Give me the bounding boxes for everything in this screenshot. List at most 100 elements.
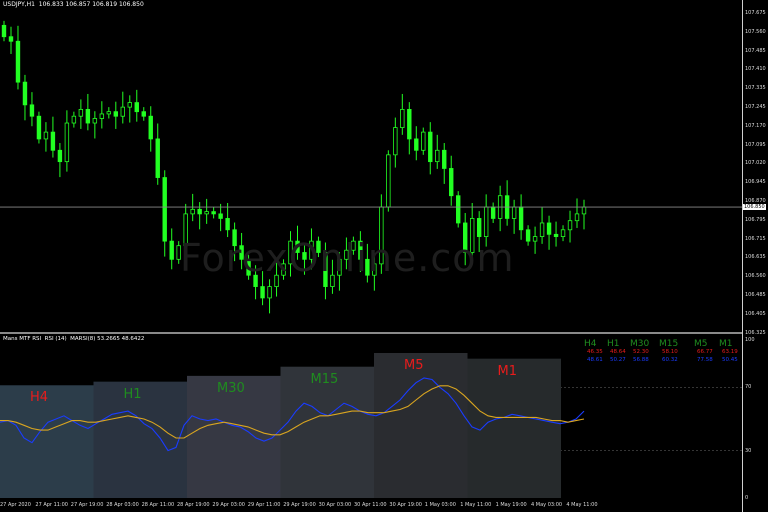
indicator-axis-label: 30: [745, 447, 752, 454]
zone-label-h4: H4: [30, 390, 49, 406]
price-label: 107.410: [745, 66, 766, 73]
price-label: 107.560: [745, 28, 766, 35]
price-label: 106.870: [745, 198, 766, 204]
candle-body: [407, 109, 412, 140]
candle-body: [141, 111, 146, 117]
candle-body: [57, 149, 63, 163]
candle-body: [225, 218, 230, 231]
price-axis-line: [742, 0, 743, 512]
tf-header: M1: [719, 339, 733, 349]
candle-body: [211, 211, 216, 215]
candle-body: [435, 149, 440, 163]
price-label: 106.560: [745, 273, 766, 280]
candle-body: [29, 104, 35, 117]
candle-body: [483, 206, 489, 237]
price-label: 106.405: [745, 310, 766, 317]
price-label: 107.170: [745, 122, 766, 129]
tf-marsi-value: 50.45: [722, 357, 738, 363]
candle-body: [442, 149, 447, 169]
tf-rsi-value: 58.10: [662, 349, 678, 355]
price-label: 107.485: [745, 47, 766, 54]
candle-body: [78, 109, 84, 117]
time-label: 4 May 11:00: [566, 502, 598, 508]
candle-body: [581, 206, 587, 215]
candle-body: [393, 127, 398, 156]
time-label: 4 May 03:00: [531, 502, 563, 508]
candle-body: [546, 222, 552, 235]
time-label: 27 Apr 11:00: [35, 502, 68, 508]
price-label: 107.020: [745, 160, 766, 167]
time-label: 1 May 03:00: [424, 502, 456, 508]
price-label: 107.245: [745, 104, 766, 110]
tf-marsi-value: 50.27: [610, 357, 626, 363]
candle-body: [162, 177, 167, 242]
time-label: 1 May 19:00: [495, 502, 527, 508]
candle-body: [85, 109, 91, 124]
candle-body: [99, 113, 105, 119]
candle-body: [8, 36, 14, 42]
price-label: 106.945: [745, 179, 766, 186]
candle-body: [267, 286, 272, 299]
candle-body: [428, 131, 433, 163]
time-label: 28 Apr 03:00: [106, 502, 139, 508]
candle-body: [113, 111, 119, 117]
indicator-axis-label: 70: [745, 384, 752, 391]
candle-body: [155, 138, 160, 178]
window-separator[interactable]: [0, 332, 742, 334]
price-label: 107.335: [745, 85, 766, 92]
tf-header: M5: [694, 339, 708, 349]
tf-marsi-value: 77.58: [697, 357, 713, 363]
candle-body: [449, 168, 454, 197]
candle-body: [553, 233, 559, 237]
indicator-axis-label: 100: [745, 337, 755, 343]
candle-body: [490, 206, 496, 219]
candle-body: [574, 213, 580, 222]
timeframe-zones: [0, 353, 561, 498]
tf-rsi-value: 46.35: [587, 349, 603, 355]
candle-body: [511, 206, 517, 219]
symbol-info: USDJPY,H1 106.833 106.857 106.819 106.85…: [3, 1, 144, 8]
tf-marsi-value: 60.32: [662, 357, 678, 363]
zone-m5: [374, 353, 468, 498]
time-label: 29 Apr 03:00: [212, 502, 245, 508]
candle-body: [539, 222, 545, 238]
candle-body: [36, 115, 42, 140]
zone-label-m30: M30: [217, 380, 245, 396]
candle-body: [476, 218, 482, 238]
time-label: 28 Apr 19:00: [177, 502, 210, 508]
tf-header: M15: [659, 339, 679, 349]
time-label: 27 Apr 2020: [0, 502, 31, 508]
candle-body: [260, 286, 265, 299]
candle-body: [71, 115, 77, 124]
time-label: 28 Apr 11:00: [141, 502, 175, 508]
price-label: 106.325: [745, 329, 766, 336]
candle-body: [400, 109, 405, 128]
candle-body: [148, 115, 153, 140]
candle-body: [120, 106, 125, 117]
candle-body: [134, 102, 139, 113]
time-label: 1 May 11:00: [460, 502, 492, 508]
candle-body: [560, 229, 566, 238]
tf-rsi-value: 48.64: [610, 349, 626, 355]
tf-rsi-value: 52.30: [633, 349, 649, 355]
candle-body: [386, 154, 391, 208]
candle-body: [421, 131, 426, 151]
candle-body: [197, 208, 202, 215]
candle-body: [532, 236, 538, 242]
time-label: 30 Apr 11:00: [354, 502, 387, 508]
price-label: 106.795: [745, 216, 766, 223]
zone-label-m5: M5: [404, 358, 424, 373]
candle-body: [1, 24, 7, 38]
price-label: 107.095: [745, 141, 766, 148]
candle-body: [50, 131, 56, 151]
candle-body: [518, 206, 524, 231]
candle-body: [92, 118, 98, 124]
candle-body: [15, 40, 21, 83]
tf-marsi-value: 56.88: [633, 357, 649, 363]
time-label: 29 Apr 11:00: [247, 502, 281, 508]
candle-body: [204, 211, 209, 215]
zone-label-m1: M1: [497, 363, 518, 379]
tf-rsi-value: 63.19: [722, 349, 738, 355]
candle-body: [22, 81, 28, 106]
zone-label-m15: M15: [310, 371, 339, 387]
